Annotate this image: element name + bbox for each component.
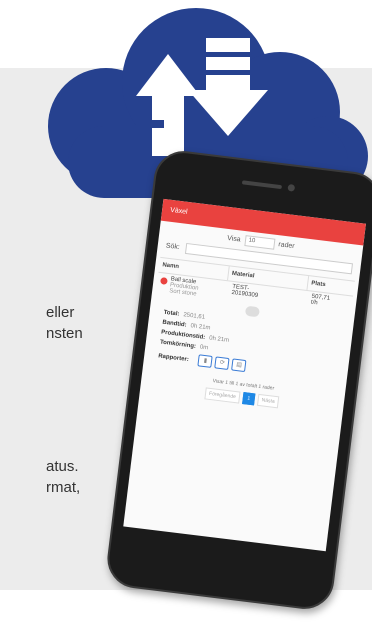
search-label: Sök:: [165, 242, 181, 252]
background-text-fragment: atus. rmat,: [46, 458, 81, 496]
column-header-plats[interactable]: Plats: [307, 276, 354, 296]
status-dot: [160, 277, 168, 285]
current-page-button[interactable]: 1: [242, 392, 256, 406]
next-page-button[interactable]: Nästa: [256, 393, 280, 409]
reports-label: Rapporter:: [157, 352, 190, 363]
bar-chart-icon[interactable]: ▮: [197, 354, 214, 368]
show-label: Visa: [226, 234, 242, 244]
prev-page-button[interactable]: Föregående: [204, 387, 241, 404]
refresh-icon[interactable]: ⟳: [214, 356, 230, 371]
document-icon[interactable]: ▤: [231, 358, 247, 373]
rows-label: rader: [277, 241, 295, 251]
speaker: [241, 180, 283, 190]
expand-toggle[interactable]: [244, 305, 260, 318]
camera: [287, 183, 296, 192]
phone-screen: Växel Visa 10 rader Sök: Namn Material P…: [123, 198, 366, 552]
page-size-select[interactable]: 10: [243, 235, 276, 250]
background-text-fragment: eller nsten: [46, 304, 83, 342]
